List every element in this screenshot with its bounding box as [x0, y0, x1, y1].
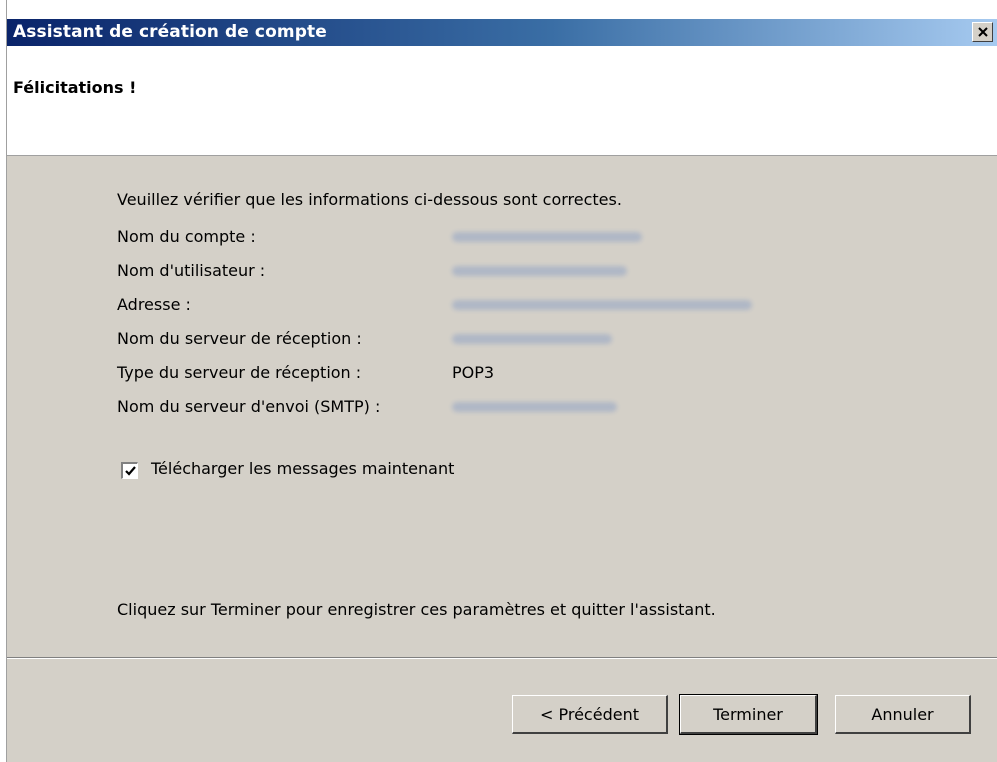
info-row-address: Adresse : — [117, 295, 917, 319]
info-value: POP3 — [452, 363, 495, 382]
info-label: Nom du serveur d'envoi (SMTP) : — [117, 397, 381, 416]
cancel-button[interactable]: Annuler — [835, 695, 971, 734]
info-row-incoming-server: Nom du serveur de réception : — [117, 329, 917, 353]
button-separator — [7, 657, 997, 659]
download-checkbox-label[interactable]: Télécharger les messages maintenant — [151, 459, 454, 478]
info-label: Nom du compte : — [117, 227, 256, 246]
info-row-outgoing-server: Nom du serveur d'envoi (SMTP) : — [117, 397, 917, 421]
close-icon — [978, 27, 988, 37]
close-button[interactable] — [972, 22, 993, 42]
redacted-value — [452, 300, 752, 310]
info-label: Type du serveur de réception : — [117, 363, 362, 382]
redacted-value — [452, 334, 612, 344]
title-bar[interactable]: Assistant de création de compte — [7, 19, 997, 46]
intro-text: Veuillez vérifier que les informations c… — [117, 190, 622, 209]
info-row-account-name: Nom du compte : — [117, 227, 917, 251]
redacted-value — [452, 266, 627, 276]
info-row-username: Nom d'utilisateur : — [117, 261, 917, 285]
window-title: Assistant de création de compte — [13, 22, 327, 42]
checkmark-icon — [125, 466, 136, 476]
info-label: Nom d'utilisateur : — [117, 261, 266, 280]
wizard-header: Félicitations ! — [7, 46, 997, 156]
download-checkbox[interactable] — [121, 462, 138, 479]
finish-instruction: Cliquez sur Terminer pour enregistrer ce… — [117, 600, 716, 619]
account-wizard-window: Assistant de création de compte Félicita… — [6, 0, 997, 762]
redacted-value — [452, 232, 642, 242]
redacted-value — [452, 402, 617, 412]
info-row-incoming-type: Type du serveur de réception : POP3 — [117, 363, 917, 387]
wizard-body: Veuillez vérifier que les informations c… — [7, 156, 997, 762]
info-label: Nom du serveur de réception : — [117, 329, 362, 348]
info-label: Adresse : — [117, 295, 191, 314]
header-title: Félicitations ! — [13, 78, 137, 97]
previous-button[interactable]: < Précédent — [512, 695, 668, 734]
finish-button[interactable]: Terminer — [679, 694, 818, 735]
